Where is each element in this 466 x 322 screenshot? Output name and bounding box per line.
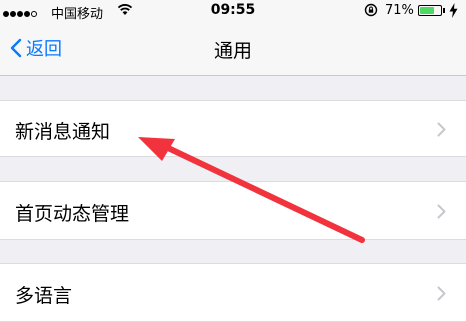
battery-cap [443,8,445,13]
navigation-bar: 返回 通用 [0,22,466,76]
settings-item-homepage-feed-management[interactable]: 首页动态管理 [0,181,466,240]
settings-item-label: 多语言 [15,285,73,307]
settings-item-label: 首页动态管理 [15,203,130,225]
charging-bolt-icon [449,3,458,18]
status-bar: 中国移动 09:55 71% [0,0,466,22]
battery-icon [418,5,442,16]
page-title: 通用 [213,40,252,62]
settings-item-new-message-notification[interactable]: 新消息通知 [0,100,466,157]
rotation-lock-icon [364,3,378,17]
settings-item-label: 新消息通知 [15,121,111,143]
chevron-right-icon [437,204,446,219]
chevron-right-icon [437,286,446,301]
chevron-right-icon [437,122,446,137]
settings-item-multi-language[interactable]: 多语言 [0,263,466,322]
battery-percentage: 71% [385,3,414,18]
